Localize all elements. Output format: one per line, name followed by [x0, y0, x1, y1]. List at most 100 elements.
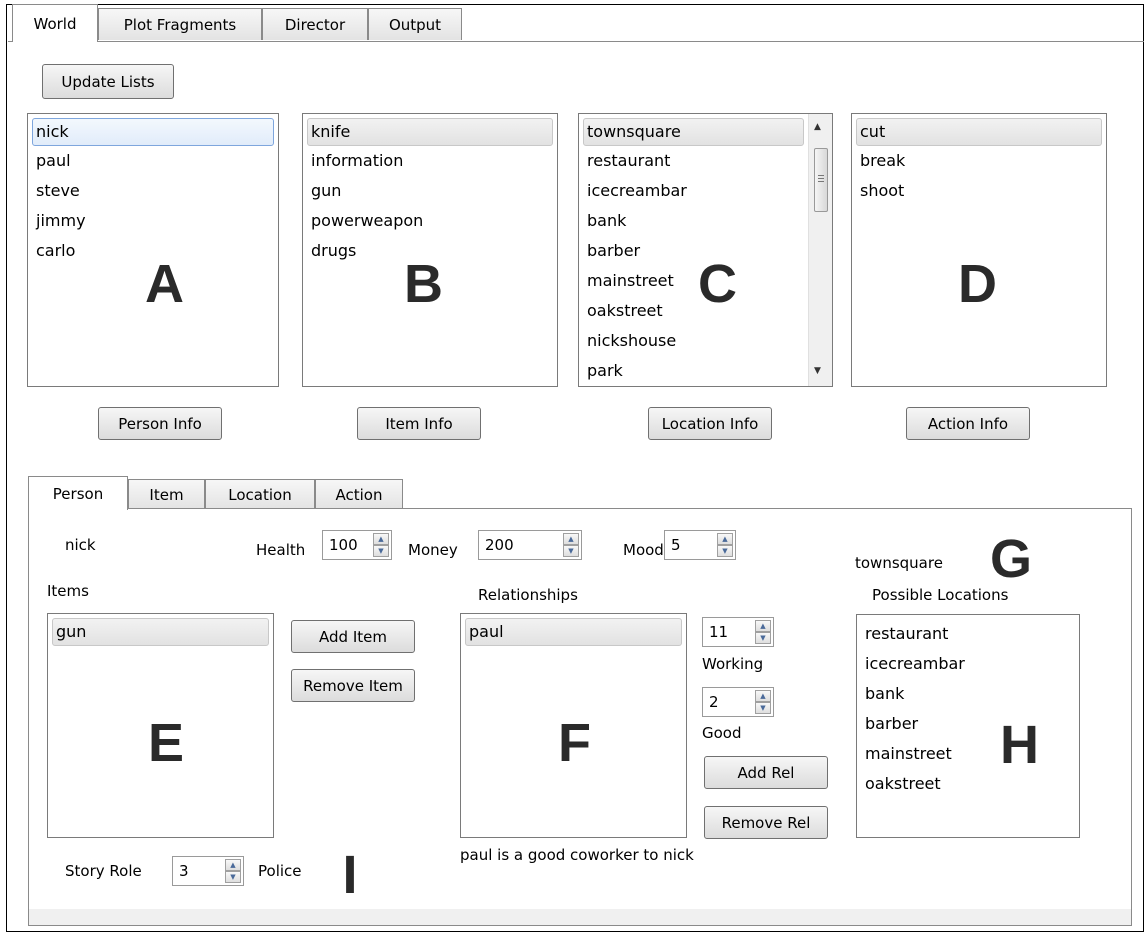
- remove-item-button[interactable]: Remove Item: [291, 669, 415, 702]
- annotation-label-d: D: [958, 254, 997, 314]
- list-item[interactable]: barber: [857, 709, 1079, 739]
- list-item[interactable]: mainstreet: [579, 266, 808, 296]
- list-item[interactable]: barber: [579, 236, 808, 266]
- list-item[interactable]: bank: [579, 206, 808, 236]
- list-item[interactable]: powerweapon: [303, 206, 557, 236]
- spin-up-icon[interactable]: ▲: [755, 620, 771, 632]
- spin-down-icon[interactable]: ▼: [563, 545, 579, 557]
- list-item[interactable]: nick: [32, 118, 274, 146]
- spin-up-icon[interactable]: ▲: [563, 533, 579, 545]
- money-spinbox[interactable]: 200 ▲ ▼: [478, 530, 582, 560]
- remove-rel-button[interactable]: Remove Rel: [704, 806, 828, 839]
- annotation-label-b: B: [404, 254, 443, 314]
- action-list[interactable]: cut break shoot: [851, 113, 1107, 387]
- relationship-quality-spinbox[interactable]: 2 ▲ ▼: [702, 687, 774, 717]
- list-item[interactable]: nickshouse: [579, 326, 808, 356]
- location-list[interactable]: townsquare restaurant icecreambar bank b…: [578, 113, 833, 387]
- story-role-value[interactable]: 3: [179, 857, 189, 885]
- add-item-button[interactable]: Add Item: [291, 620, 415, 653]
- list-item[interactable]: townsquare: [583, 118, 804, 146]
- list-item[interactable]: park: [579, 356, 808, 386]
- spin-down-icon[interactable]: ▼: [717, 545, 733, 557]
- mood-spinbox[interactable]: 5 ▲ ▼: [664, 530, 736, 560]
- status-strip: [29, 909, 1131, 925]
- mood-value[interactable]: 5: [671, 531, 681, 559]
- items-label: Items: [47, 582, 89, 600]
- list-item[interactable]: restaurant: [857, 619, 1079, 649]
- annotation-label-g: G: [990, 529, 1033, 589]
- list-item[interactable]: jimmy: [28, 206, 278, 236]
- relationship-type-value[interactable]: 11: [709, 618, 728, 646]
- relationship-type-spinbox[interactable]: 11 ▲ ▼: [702, 617, 774, 647]
- spin-down-icon[interactable]: ▼: [225, 871, 241, 883]
- story-role-name: Police: [258, 862, 302, 880]
- list-item[interactable]: paul: [28, 146, 278, 176]
- spin-down-icon[interactable]: ▼: [373, 545, 389, 557]
- possible-locations-label: Possible Locations: [872, 586, 1009, 604]
- scroll-down-arrow-icon[interactable]: ▼: [814, 366, 821, 376]
- list-item[interactable]: paul: [465, 618, 682, 646]
- annotation-label-a: A: [145, 254, 184, 314]
- tab-output[interactable]: Output: [368, 8, 462, 40]
- list-item[interactable]: oakstreet: [579, 296, 808, 326]
- spin-up-icon[interactable]: ▲: [717, 533, 733, 545]
- money-label: Money: [408, 541, 458, 559]
- health-spinbox[interactable]: 100 ▲ ▼: [322, 530, 392, 560]
- current-location: townsquare: [855, 554, 943, 572]
- location-info-button[interactable]: Location Info: [648, 407, 772, 440]
- list-item[interactable]: break: [852, 146, 1106, 176]
- add-rel-button[interactable]: Add Rel: [704, 756, 828, 789]
- list-item[interactable]: icecreambar: [579, 176, 808, 206]
- subtab-action[interactable]: Action: [315, 479, 403, 509]
- action-info-button[interactable]: Action Info: [906, 407, 1030, 440]
- list-item[interactable]: gun: [52, 618, 269, 646]
- scroll-up-arrow-icon[interactable]: ▲: [814, 122, 821, 132]
- list-item[interactable]: icecreambar: [857, 649, 1079, 679]
- relationship-quality-label: Good: [702, 724, 742, 742]
- relationship-quality-value[interactable]: 2: [709, 688, 719, 716]
- list-item[interactable]: information: [303, 146, 557, 176]
- relationship-description: paul is a good coworker to nick: [460, 846, 694, 864]
- money-value[interactable]: 200: [485, 531, 514, 559]
- scroll-thumb[interactable]: [814, 148, 828, 212]
- spin-up-icon[interactable]: ▲: [755, 690, 771, 702]
- annotation-label-c: C: [698, 254, 737, 314]
- spin-up-icon[interactable]: ▲: [225, 859, 241, 871]
- annotation-label-h: H: [1000, 715, 1039, 775]
- relationships-label: Relationships: [478, 586, 578, 604]
- tab-world[interactable]: World: [12, 4, 98, 42]
- subtab-location[interactable]: Location: [205, 479, 315, 509]
- subtab-item[interactable]: Item: [128, 479, 205, 509]
- annotation-label-i: I: [342, 845, 358, 905]
- spin-down-icon[interactable]: ▼: [755, 702, 771, 714]
- health-value[interactable]: 100: [329, 531, 358, 559]
- list-item[interactable]: steve: [28, 176, 278, 206]
- list-item[interactable]: bank: [857, 679, 1079, 709]
- top-tab-bar-line: [8, 41, 1144, 42]
- item-info-button[interactable]: Item Info: [357, 407, 481, 440]
- location-list-scrollbar[interactable]: ▲ ▼: [808, 114, 832, 386]
- tab-director[interactable]: Director: [262, 8, 368, 40]
- list-item[interactable]: oakstreet: [857, 769, 1079, 799]
- person-list[interactable]: nick paul steve jimmy carlo: [27, 113, 279, 387]
- person-info-button[interactable]: Person Info: [98, 407, 222, 440]
- person-name: nick: [65, 536, 96, 554]
- list-item[interactable]: knife: [307, 118, 553, 146]
- list-item[interactable]: mainstreet: [857, 739, 1079, 769]
- tab-plot-fragments[interactable]: Plot Fragments: [98, 8, 262, 40]
- list-item[interactable]: gun: [303, 176, 557, 206]
- subtab-person[interactable]: Person: [28, 476, 128, 510]
- story-role-spinbox[interactable]: 3 ▲ ▼: [172, 856, 244, 886]
- list-item[interactable]: shoot: [852, 176, 1106, 206]
- annotation-label-e: E: [148, 713, 185, 773]
- possible-locations-list[interactable]: restaurant icecreambar bank barber mains…: [856, 614, 1080, 838]
- item-list[interactable]: knife information gun powerweapon drugs: [302, 113, 558, 387]
- health-label: Health: [256, 541, 306, 559]
- spin-up-icon[interactable]: ▲: [373, 533, 389, 545]
- annotation-label-f: F: [558, 713, 591, 773]
- mood-label: Mood: [623, 541, 664, 559]
- spin-down-icon[interactable]: ▼: [755, 632, 771, 644]
- update-lists-button[interactable]: Update Lists: [42, 64, 174, 99]
- list-item[interactable]: cut: [856, 118, 1102, 146]
- list-item[interactable]: restaurant: [579, 146, 808, 176]
